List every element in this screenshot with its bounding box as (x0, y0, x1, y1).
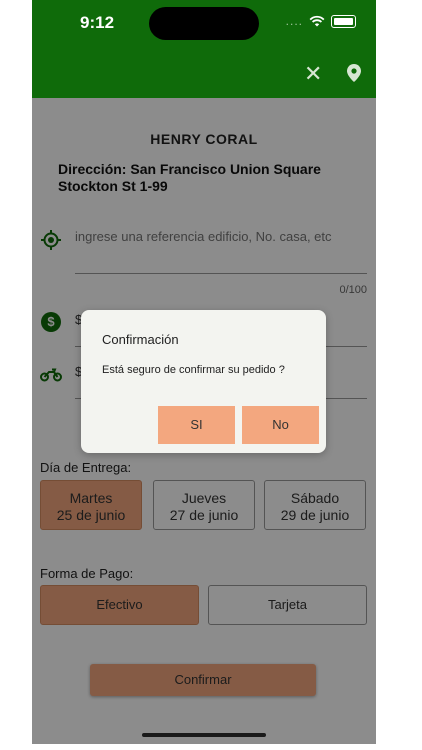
dynamic-island (149, 7, 259, 40)
confirmation-dialog: Confirmación Está seguro de confirmar su… (81, 310, 326, 453)
wifi-icon (309, 15, 325, 27)
status-time: 9:12 (80, 13, 115, 32)
status-icons: .... (286, 14, 356, 28)
app-screen: 9:12 .... ✕ HENRY CORAL Dirección: San F… (32, 0, 376, 744)
dialog-no-button[interactable]: No (242, 406, 319, 444)
battery-icon (331, 14, 356, 28)
close-icon[interactable]: ✕ (304, 63, 322, 85)
dialog-yes-button[interactable]: SI (158, 406, 235, 444)
signal-icon: .... (285, 14, 303, 28)
dialog-message: Está seguro de confirmar su pedido ? (102, 364, 285, 376)
app-header: 9:12 .... ✕ (32, 0, 376, 98)
location-pin-icon[interactable] (347, 64, 361, 82)
home-indicator[interactable] (142, 733, 266, 737)
dialog-title: Confirmación (102, 332, 179, 347)
